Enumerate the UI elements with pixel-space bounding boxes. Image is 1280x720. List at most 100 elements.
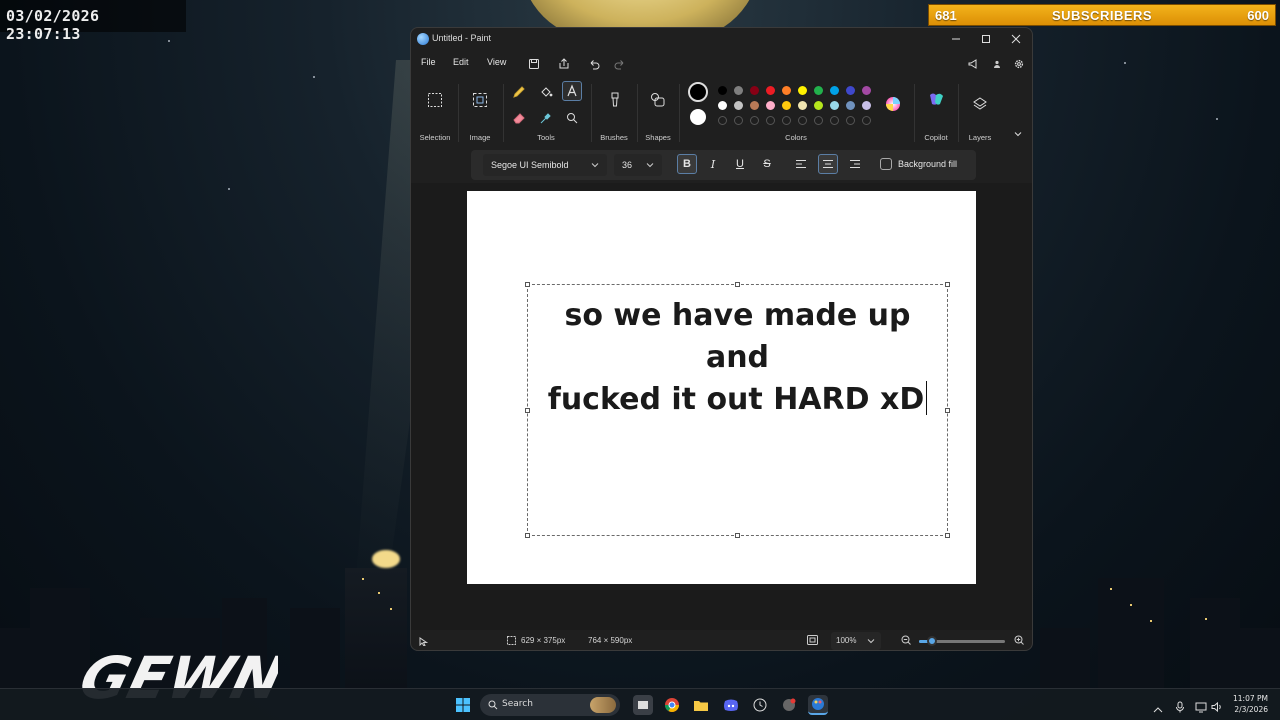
volume-tray-icon[interactable] [1211,698,1223,717]
eraser-tool[interactable] [509,108,529,128]
selection-tool[interactable] [425,90,445,110]
color-swatch[interactable] [734,101,743,110]
color-swatch[interactable] [798,86,807,95]
resize-handle[interactable] [735,533,740,538]
color-swatch[interactable] [846,86,855,95]
empty-color-swatch[interactable] [846,116,855,125]
color-swatch[interactable] [830,101,839,110]
clock-app-button[interactable] [750,695,770,715]
chrome-button[interactable] [662,695,682,715]
color-swatch[interactable] [750,86,759,95]
color-swatch[interactable] [766,101,775,110]
empty-color-swatch[interactable] [798,116,807,125]
color-swatch[interactable] [734,86,743,95]
color-swatch[interactable] [814,101,823,110]
canvas-text[interactable]: so we have made up and fucked it out HAR… [528,295,947,421]
underline-button[interactable]: U [730,154,750,174]
settings-button[interactable] [1011,56,1027,72]
color-swatch[interactable] [766,86,775,95]
color-swatch[interactable] [814,86,823,95]
strikethrough-button[interactable]: S [757,154,777,174]
share-button[interactable] [556,56,572,72]
menu-file[interactable]: File [421,57,436,67]
zoom-slider-thumb[interactable] [926,636,937,646]
color-swatch[interactable] [862,86,871,95]
close-button[interactable] [1001,30,1031,48]
color-swatch[interactable] [782,86,791,95]
zoom-in-button[interactable] [1014,635,1024,647]
network-tray-icon[interactable] [1195,698,1207,717]
image-tool[interactable] [470,90,490,110]
drawing-canvas[interactable]: so we have made up and fucked it out HAR… [467,191,976,584]
pencil-tool[interactable] [509,82,529,102]
title-bar[interactable]: Untitled - Paint [411,28,1032,50]
undo-button[interactable] [586,56,602,72]
resize-handle[interactable] [525,282,530,287]
empty-color-swatch[interactable] [718,116,727,125]
empty-color-swatch[interactable] [830,116,839,125]
color-swatch[interactable] [846,101,855,110]
magnifier-tool[interactable] [562,108,582,128]
empty-color-swatch[interactable] [814,116,823,125]
resize-handle[interactable] [945,408,950,413]
fill-tool[interactable] [536,82,556,102]
color-swatch[interactable] [750,101,759,110]
zoom-out-button[interactable] [901,635,911,647]
color-swatch[interactable] [862,101,871,110]
text-tool[interactable] [562,81,582,101]
discord-button[interactable] [721,695,741,715]
color-swatch[interactable] [718,101,727,110]
fit-to-window-button[interactable] [807,635,818,647]
color-swatch[interactable] [718,86,727,95]
font-size-select[interactable]: 36 [614,154,662,176]
empty-color-swatch[interactable] [750,116,759,125]
taskbar-search[interactable]: Search [480,694,620,716]
start-button[interactable] [453,695,473,715]
task-view-button[interactable] [633,695,653,715]
tray-clock[interactable]: 11:07 PM 2/3/2026 [1224,689,1268,714]
empty-color-swatch[interactable] [782,116,791,125]
save-button[interactable] [526,56,542,72]
resize-handle[interactable] [945,533,950,538]
empty-color-swatch[interactable] [862,116,871,125]
resize-handle[interactable] [525,533,530,538]
ribbon-expand-button[interactable] [1012,128,1024,140]
redo-button[interactable] [612,56,628,72]
menu-edit[interactable]: Edit [453,57,469,67]
bold-button[interactable]: B [677,154,697,174]
align-left-button[interactable] [791,154,811,174]
color-picker-tool[interactable] [536,108,556,128]
layers-button[interactable] [970,94,990,114]
resize-handle[interactable] [525,408,530,413]
system-tray-expand[interactable] [1153,699,1163,718]
color-swatch[interactable] [830,86,839,95]
text-box[interactable]: so we have made up and fucked it out HAR… [525,282,950,538]
minimize-button[interactable] [941,30,971,48]
microphone-tray-icon[interactable] [1175,698,1185,717]
shapes-button[interactable] [648,90,668,110]
app-button[interactable] [779,695,799,715]
resize-handle[interactable] [735,282,740,287]
feedback-button[interactable] [965,56,981,72]
zoom-select[interactable]: 100% [831,632,881,650]
account-button[interactable] [989,56,1005,72]
brushes-button[interactable] [605,90,625,110]
color-swatch[interactable] [782,101,791,110]
zoom-slider[interactable] [919,636,1005,646]
font-family-select[interactable]: Segoe UI Semibold [483,154,607,176]
maximize-button[interactable] [971,30,1001,48]
color-swatch[interactable] [798,101,807,110]
primary-color-swatch[interactable] [688,82,708,102]
file-explorer-button[interactable] [691,695,711,715]
align-right-button[interactable] [845,154,865,174]
empty-color-swatch[interactable] [766,116,775,125]
empty-color-swatch[interactable] [734,116,743,125]
background-fill-checkbox[interactable] [880,158,892,170]
copilot-button[interactable] [926,90,946,110]
edit-colors-button[interactable] [883,94,903,114]
menu-view[interactable]: View [487,57,506,67]
secondary-color-swatch[interactable] [690,109,706,125]
italic-button[interactable]: I [703,154,723,174]
paint-taskbar-button[interactable] [808,695,828,715]
align-center-button[interactable] [818,154,838,174]
